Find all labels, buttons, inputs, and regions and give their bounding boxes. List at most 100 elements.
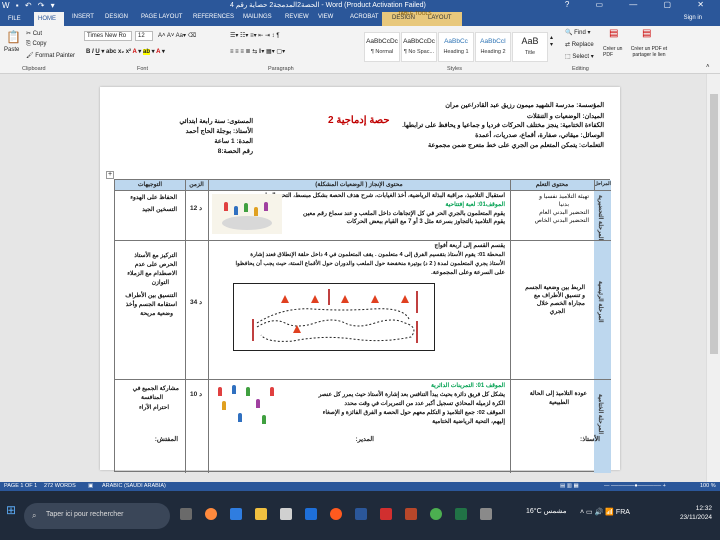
style-no-spacing[interactable]: AaBbCcDc ¶ No Spac... xyxy=(401,32,437,62)
window-controls[interactable]: ? ▭ — ▢ ✕ xyxy=(565,0,716,9)
app-icon[interactable] xyxy=(480,508,492,520)
quick-access-toolbar[interactable]: W ▪ ↶ ↷ ▾ xyxy=(2,1,57,10)
font-format-buttons[interactable]: B I U ▾ abc x₂ x² A ▾ ab ▾ A ▾ xyxy=(86,48,165,55)
view-buttons[interactable]: ▤ ▥ ▦ xyxy=(560,483,579,489)
taskbar-search[interactable]: Taper ici pour rechercher xyxy=(24,503,170,529)
create-pdf-share-icon[interactable]: ▤ xyxy=(642,28,651,39)
grow-shrink-font-buttons[interactable]: A˄ A˅ Aa▾ ⌫ xyxy=(158,32,196,39)
tab-references[interactable]: REFERENCES xyxy=(193,14,234,20)
language-status[interactable]: ARABIC (SAUDI ARABIA) xyxy=(102,483,166,489)
child-figure xyxy=(218,387,222,396)
child-figure xyxy=(224,202,228,211)
collapse-ribbon-icon[interactable]: ˄ xyxy=(706,64,710,70)
word-icon[interactable] xyxy=(355,508,367,520)
zoom-slider[interactable]: — ──────●────── + xyxy=(604,483,666,489)
activity-line: استقبال التلاميذ، مراقبة البذلة الرياضية… xyxy=(255,193,505,199)
activity-line: يقوم المتعلمون بالجري الحر في كل الإتجاه… xyxy=(303,211,505,217)
circle-game-illustration xyxy=(212,383,284,427)
acrobat-icon[interactable] xyxy=(380,508,392,520)
tab-file[interactable]: FILE xyxy=(0,12,32,26)
style-preview: AaB xyxy=(521,36,539,46)
header-lesson-number: رقم الحصة:8 xyxy=(217,148,253,155)
align-buttons[interactable]: ≡ ≡ ≡ ≣ ⇆ ‖▾ ▦▾ ▢▾ xyxy=(230,48,285,55)
tab-home[interactable]: HOME xyxy=(34,12,64,26)
vertical-scrollbar[interactable] xyxy=(706,74,720,482)
paste-icon[interactable]: 📋 xyxy=(6,30,21,44)
replace-button[interactable]: ⇄ Replace xyxy=(565,41,594,48)
windows-start-icon[interactable]: ⊞ xyxy=(6,503,16,517)
find-label: Find xyxy=(574,30,586,36)
font-name-select[interactable]: Times New Ro xyxy=(84,31,132,41)
tab-acrobat[interactable]: ACROBAT xyxy=(350,14,379,20)
tab-table-layout[interactable]: LAYOUT xyxy=(428,15,452,21)
style-title[interactable]: AaB Title xyxy=(512,32,548,62)
excel-icon[interactable] xyxy=(455,508,467,520)
activity-line: الموقف 01: التمرينات الدائرية xyxy=(430,383,505,389)
guidance-line: احترام الآراء xyxy=(138,405,169,411)
edge-icon[interactable] xyxy=(230,508,242,520)
guidance-line: وضعية مريحة xyxy=(140,311,173,317)
clipboard-group-label: Clipboard xyxy=(22,66,46,72)
chrome-icon[interactable] xyxy=(430,508,442,520)
find-button[interactable]: 🔍 Find ▾ xyxy=(565,29,591,36)
tab-view[interactable]: VIEW xyxy=(318,14,333,20)
select-label: Select xyxy=(572,54,590,60)
firefox-icon[interactable] xyxy=(330,508,342,520)
child-figure xyxy=(234,206,238,215)
header-teacher: الأستاذ: بوجلة الحاج أحمد xyxy=(185,128,253,135)
mail-icon[interactable] xyxy=(305,508,317,520)
phase-cell-final: المرحلة الختامية xyxy=(594,380,611,473)
format-painter-button[interactable]: 🖌 Format Painter xyxy=(26,52,75,59)
guidance-line: الاصطدام مع الزملاء xyxy=(127,271,177,277)
content-line: و تنسيق الأطراف مع xyxy=(533,293,585,299)
store-icon[interactable] xyxy=(280,508,292,520)
guidance-line: التوازن xyxy=(151,280,169,286)
select-button[interactable]: ⬚ Select ▾ xyxy=(565,53,594,60)
tab-mailings[interactable]: MAILINGS xyxy=(243,14,272,20)
powerpoint-icon[interactable] xyxy=(405,508,417,520)
tab-review[interactable]: REVIEW xyxy=(285,14,309,20)
clock[interactable]: 12:32 23/11/2024 xyxy=(680,504,712,522)
ribbon: 📋 Paste ✂ Cut ⎘ Copy 🖌 Format Painter Cl… xyxy=(0,26,720,74)
create-pdf-share-button[interactable]: Créer un PDF et partager le lien xyxy=(626,46,672,58)
col-divider xyxy=(510,180,511,473)
paste-button[interactable]: Paste xyxy=(4,47,19,53)
create-pdf-button[interactable]: Créer un PDF xyxy=(603,46,623,58)
tab-insert[interactable]: INSERT xyxy=(72,14,94,20)
guidance-line: التركيز مع الأستاذ xyxy=(134,253,177,259)
style-normal[interactable]: AaBbCcDc ¶ Normal xyxy=(364,32,400,62)
time-value: 10 د xyxy=(190,391,202,398)
document-page[interactable]: المؤسسة: مدرسة الشهيد ميمون رزيق عبد الق… xyxy=(100,87,620,473)
cut-button[interactable]: ✂ Cut xyxy=(26,30,42,37)
tab-design[interactable]: DESIGN xyxy=(105,14,128,20)
create-pdf-icon[interactable]: ▤ xyxy=(609,28,618,39)
colorful-app-icon[interactable] xyxy=(205,508,217,520)
ribbon-tabs: TABLE TOOLS FILE HOME INSERT DESIGN PAGE… xyxy=(0,11,720,26)
font-size-select[interactable]: 12 xyxy=(135,31,153,41)
word-count[interactable]: 272 WORDS xyxy=(44,483,76,489)
zoom-level[interactable]: 100 % xyxy=(700,483,716,489)
child-figure xyxy=(238,413,242,422)
style-heading-2[interactable]: AaBbCcI Heading 2 xyxy=(475,32,511,62)
time-value: 34 د xyxy=(190,299,202,306)
weather-widget[interactable]: 16°C مشمس xyxy=(526,507,567,515)
list-buttons[interactable]: ☰▾ ☷▾ ≡▾ ⇤ ⇥ ↕ ¶ xyxy=(230,32,280,39)
col-divider xyxy=(208,180,209,473)
tray-icons[interactable]: ˄ ▭ 🔊 📶 FRA xyxy=(580,508,630,516)
content-line: الطبيعية xyxy=(549,400,569,406)
scrollbar-thumb[interactable] xyxy=(710,94,718,354)
guidance-line: استقامة الجسم وأخذ xyxy=(125,302,177,308)
phase-label: المرحلة التحضيرية xyxy=(597,195,603,241)
file-explorer-icon[interactable] xyxy=(255,508,267,520)
tab-table-design[interactable]: DESIGN xyxy=(392,15,415,21)
status-bar: PAGE 1 OF 1 272 WORDS ▣ ARABIC (SAUDI AR… xyxy=(0,482,720,491)
copy-button[interactable]: ⎘ Copy xyxy=(26,41,46,48)
task-view-icon[interactable] xyxy=(180,508,192,520)
sign-in-link[interactable]: Sign in xyxy=(684,15,702,21)
proofing-icon[interactable]: ▣ xyxy=(88,483,93,489)
style-heading-1[interactable]: AaBbCc Heading 1 xyxy=(438,32,474,62)
page-count[interactable]: PAGE 1 OF 1 xyxy=(4,483,37,489)
styles-scroll-icon[interactable]: ▴ ▾ xyxy=(550,34,553,48)
tab-page-layout[interactable]: PAGE LAYOUT xyxy=(141,14,182,20)
table-move-handle[interactable]: + xyxy=(106,171,114,179)
